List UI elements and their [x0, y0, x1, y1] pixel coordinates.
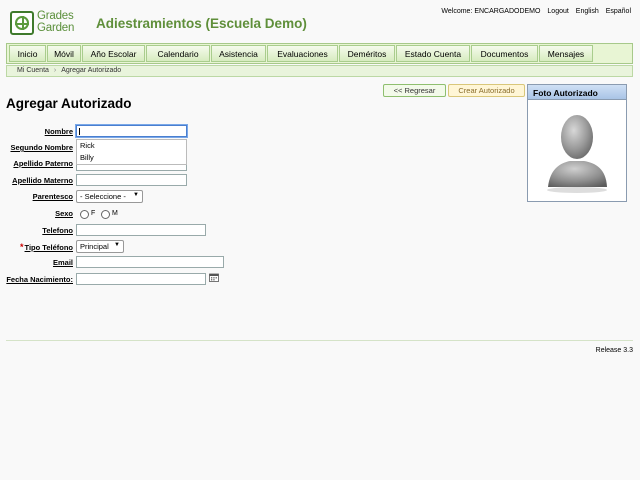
nav-movil[interactable]: Móvil	[47, 45, 81, 62]
breadcrumb-current: Agregar Autorizado	[61, 67, 122, 74]
apellido-paterno-label: Apellido Paterno	[13, 159, 73, 168]
nombre-input[interactable]	[75, 124, 188, 138]
logout-link[interactable]: Logout	[547, 8, 568, 15]
main-nav: Inicio Móvil Año Escolar Calendario Asis…	[6, 43, 633, 64]
parentesco-select[interactable]: - Seleccione - ▼	[76, 190, 143, 203]
grades-garden-logo[interactable]: Grades Garden	[10, 10, 82, 36]
sexo-f-label: F	[91, 210, 96, 217]
fecha-nacimiento-input[interactable]	[76, 273, 206, 285]
nombre-label: Nombre	[44, 127, 73, 136]
nav-estado-cuenta[interactable]: Estado Cuenta	[396, 45, 470, 62]
parentesco-label: Parentesco	[32, 192, 73, 201]
parentesco-selected: - Seleccione -	[80, 192, 126, 201]
nav-inicio[interactable]: Inicio	[9, 45, 46, 62]
back-button[interactable]: << Regresar	[383, 84, 446, 97]
breadcrumb-root[interactable]: Mi Cuenta	[17, 67, 49, 74]
nav-mensajes[interactable]: Mensajes	[539, 45, 593, 62]
logo-text: Grades Garden	[37, 10, 75, 34]
photo-panel: Foto Autorizado	[527, 84, 627, 202]
english-link[interactable]: English	[576, 8, 599, 15]
fecha-nacimiento-label: Fecha Nacimiento:	[6, 275, 73, 284]
create-authorized-button[interactable]: Crear Autorizado	[448, 84, 525, 97]
tipo-telefono-select[interactable]: Principal ▼	[76, 240, 124, 253]
nav-evaluaciones[interactable]: Evaluaciones	[267, 45, 338, 62]
apellido-materno-label: Apellido Materno	[12, 176, 73, 185]
segundo-nombre-label: Segundo Nombre	[10, 143, 73, 152]
sexo-m-label: M	[112, 210, 118, 217]
email-label: Email	[52, 258, 73, 267]
chevron-down-icon: ▼	[114, 242, 120, 248]
breadcrumb-separator-icon: ›	[53, 67, 57, 74]
autocomplete-option-rick[interactable]: Rick	[77, 140, 186, 152]
nav-asistencia[interactable]: Asistencia	[211, 45, 266, 62]
tipo-telefono-selected: Principal	[80, 242, 109, 251]
person-silhouette-icon[interactable]	[544, 107, 610, 193]
logo-globe-icon	[10, 11, 34, 35]
chevron-down-icon: ▼	[133, 192, 139, 198]
breadcrumb: Mi Cuenta › Agregar Autorizado	[6, 65, 633, 77]
nav-calendario[interactable]: Calendario	[146, 45, 210, 62]
calendar-icon[interactable]	[209, 273, 219, 282]
spanish-link[interactable]: Español	[606, 8, 631, 15]
sexo-f-radio[interactable]	[80, 210, 89, 219]
release-version: Release 3.3	[595, 347, 633, 354]
email-input[interactable]	[76, 256, 224, 268]
required-mark: *	[20, 242, 24, 252]
page-title: Agregar Autorizado	[6, 96, 132, 111]
apellido-paterno-input[interactable]	[76, 165, 187, 171]
photo-panel-title: Foto Autorizado	[528, 85, 626, 100]
footer-divider	[6, 340, 633, 341]
apellido-materno-input[interactable]	[76, 174, 187, 186]
text-caret	[79, 128, 80, 135]
nav-ano-escolar[interactable]: Año Escolar	[82, 45, 145, 62]
top-links: Welcome: ENCARGADODEMO Logout English Es…	[436, 8, 631, 15]
sexo-m-radio[interactable]	[101, 210, 110, 219]
nav-demeritos[interactable]: Deméritos	[339, 45, 395, 62]
telefono-label: Telefono	[42, 226, 73, 235]
school-title: Adiestramientos (Escuela Demo)	[96, 16, 307, 31]
welcome-text: Welcome: ENCARGADODEMO	[441, 8, 541, 15]
autocomplete-option-billy[interactable]: Billy	[77, 152, 186, 164]
nav-documentos[interactable]: Documentos	[471, 45, 538, 62]
tipo-telefono-label: *Tipo Teléfono	[20, 242, 73, 252]
autocomplete-dropdown: Rick Billy	[76, 139, 187, 165]
telefono-input[interactable]	[76, 224, 206, 236]
sexo-label: Sexo	[55, 209, 73, 218]
